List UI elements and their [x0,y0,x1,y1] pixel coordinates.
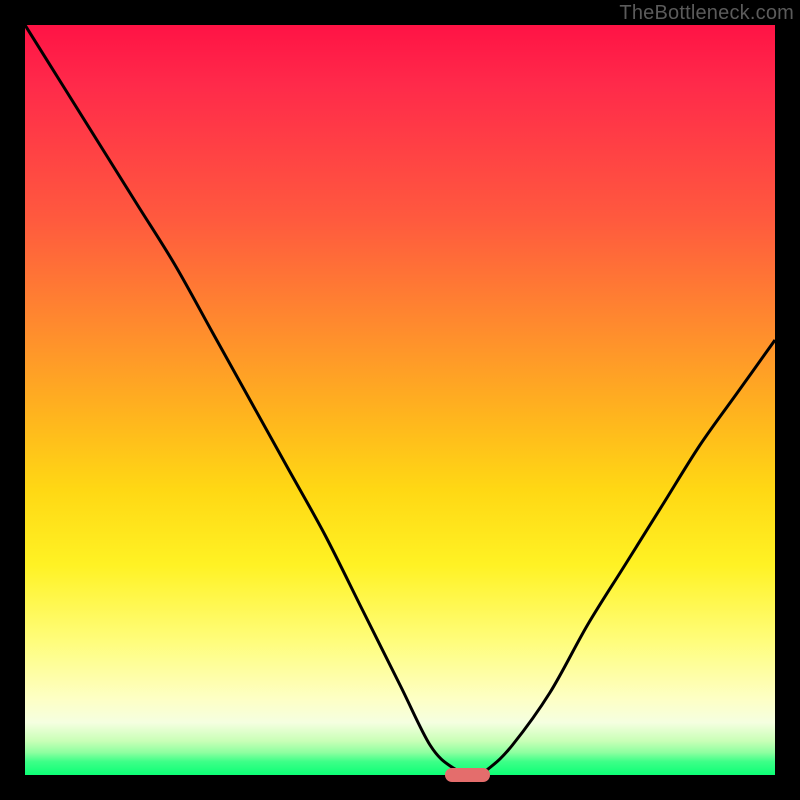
curve-path [25,25,775,775]
watermark-text: TheBottleneck.com [619,2,794,25]
chart-frame: TheBottleneck.com [0,0,800,800]
plot-area [25,25,775,775]
minimum-marker [445,768,490,782]
bottleneck-curve [25,25,775,775]
